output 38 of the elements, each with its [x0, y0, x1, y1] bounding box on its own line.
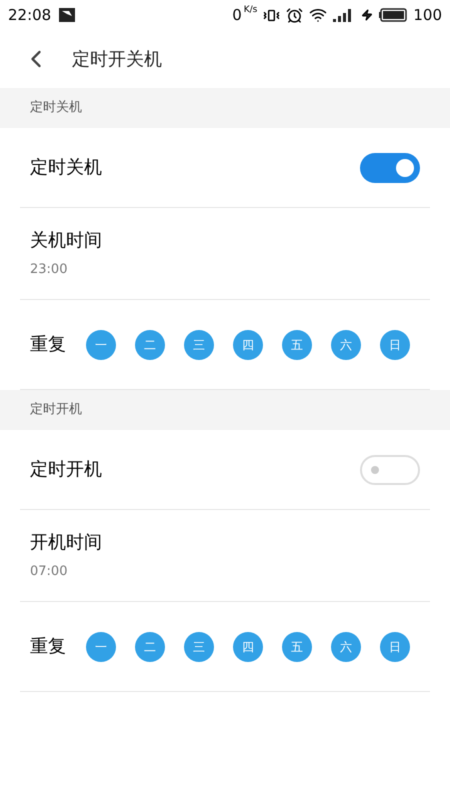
repeat-label: 重复 [30, 333, 66, 357]
charging-icon [361, 9, 374, 21]
time-label: 开机时间 [30, 531, 103, 556]
weekday-button[interactable]: 日 [380, 632, 410, 662]
weekday-button[interactable]: 二 [135, 632, 165, 662]
weekday-button[interactable]: 日 [380, 330, 410, 360]
time-row[interactable]: 开机时间 07:00 [20, 510, 430, 602]
toggle-switch[interactable] [360, 152, 420, 182]
weekday-button[interactable]: 三 [184, 330, 214, 360]
network-speed: 0 [232, 4, 242, 26]
wifi-icon [309, 6, 328, 24]
battery-icon [379, 8, 408, 22]
repeat-label: 重复 [30, 635, 66, 659]
weekday-button[interactable]: 一 [86, 632, 116, 662]
weekday-button[interactable]: 三 [184, 632, 214, 662]
toggle-switch[interactable] [360, 454, 420, 484]
image-icon [59, 8, 76, 22]
weekday-button[interactable]: 五 [282, 632, 312, 662]
page-title: 定时开关机 [72, 48, 162, 72]
time-value: 23:00 [30, 261, 68, 280]
section-title: 定时开机 [30, 401, 82, 420]
weekday-button[interactable]: 五 [282, 330, 312, 360]
time-row[interactable]: 关机时间 23:00 [20, 208, 430, 300]
weekday-button[interactable]: 四 [233, 330, 263, 360]
section-title: 定时关机 [30, 99, 82, 118]
toggle-label: 定时关机 [30, 156, 102, 180]
weekday-button[interactable]: 六 [331, 330, 361, 360]
time-label: 关机时间 [30, 229, 103, 254]
weekday-button[interactable]: 二 [135, 330, 165, 360]
weekday-button[interactable]: 一 [86, 330, 116, 360]
toggle-label: 定时开机 [30, 458, 102, 482]
clock-time: 22:08 [8, 4, 52, 26]
alarm-icon [286, 6, 304, 24]
weekday-button[interactable]: 四 [233, 632, 263, 662]
weekday-button[interactable]: 六 [331, 632, 361, 662]
time-value: 07:00 [30, 563, 68, 582]
speed-unit: K/s [244, 4, 258, 17]
battery-level: 100 [413, 4, 442, 26]
